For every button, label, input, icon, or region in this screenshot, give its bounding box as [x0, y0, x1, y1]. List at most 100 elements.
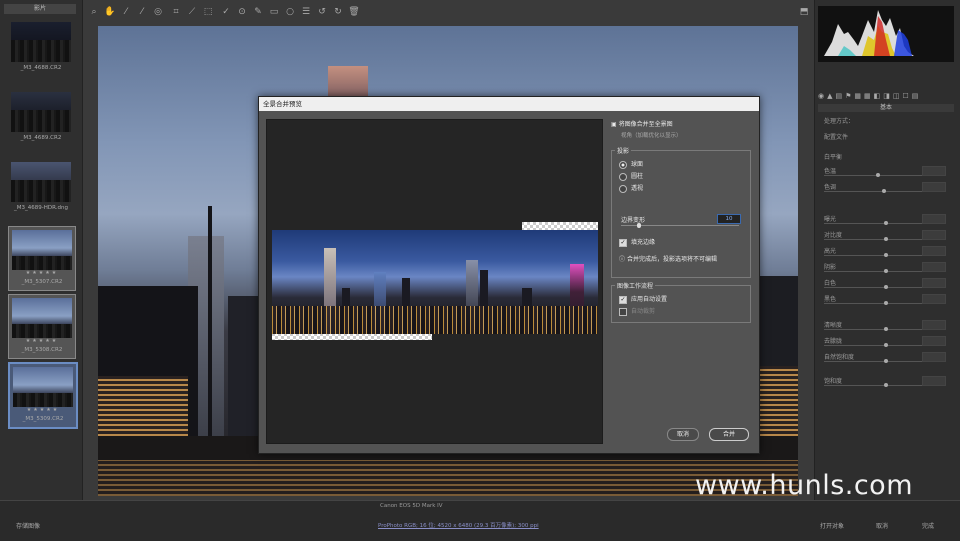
filmstrip-item[interactable]: _M3_4688.CR2: [8, 22, 74, 73]
merge-button[interactable]: 合并: [709, 428, 749, 441]
adjust-label: 色温: [824, 168, 837, 175]
merge-option[interactable]: ▣ 将图像合并至全景图: [611, 119, 673, 128]
toolbar: ⌕ ✋ ⁄ ⁄ ◎ ⌗ ⟋ ⬚ ✓ ⊙ ✎ ▭ ○ ☰ ↺ ↻ 🗑 ⬒: [84, 6, 814, 22]
slider-temp[interactable]: 色温: [824, 166, 946, 178]
thumbnail-caption: _M3_4688.CR2: [20, 65, 62, 71]
rating-stars[interactable]: ★★★★★: [9, 338, 75, 344]
thumbnail-image: [12, 298, 72, 338]
histogram: [818, 6, 954, 62]
adjust-label: 白色: [824, 280, 837, 287]
transform-icon[interactable]: ⬚: [202, 6, 214, 18]
rating-stars[interactable]: ★★★★★: [10, 407, 76, 413]
adjust-label: 去朦胧: [824, 338, 843, 345]
checkbox-icon: ✓: [619, 295, 627, 304]
filmstrip-item[interactable]: ★★★★★ _M3_5307.CR2: [8, 226, 76, 291]
graduated-filter-icon[interactable]: ▭: [268, 6, 280, 18]
adjust-row[interactable]: 白平衡: [824, 152, 946, 164]
slider-exposure[interactable]: 曝光: [824, 214, 946, 226]
fill-edges-checkbox[interactable]: ✓ 填充边缘: [619, 237, 655, 247]
radio-label: 圆柱: [631, 173, 644, 180]
open-object-button[interactable]: 打开对象: [820, 521, 844, 530]
rotate-right-icon[interactable]: ↻: [332, 6, 344, 18]
slider-handle[interactable]: [637, 223, 641, 228]
slider-tint[interactable]: 色调: [824, 182, 946, 194]
filmstrip: 影片 _M3_4688.CR2 _M3_4689.CR2 _M3_4689-HD…: [0, 0, 83, 500]
projection-perspective[interactable]: 透视: [619, 183, 643, 193]
white-balance-icon[interactable]: ⁄: [120, 6, 132, 18]
color-sampler-icon[interactable]: ⁄: [136, 6, 148, 18]
thumbnail-image: [11, 162, 71, 202]
radial-filter-icon[interactable]: ○: [284, 6, 296, 18]
done-button[interactable]: 完成: [922, 521, 934, 530]
thumbnail-caption: _M3_5309.CR2: [22, 416, 64, 422]
trash-icon[interactable]: 🗑: [348, 6, 360, 18]
adjust-label: 处理方式：: [824, 118, 855, 125]
filmstrip-item[interactable]: _M3_4689.CR2: [8, 92, 74, 143]
red-eye-icon[interactable]: ⊙: [236, 6, 248, 18]
filmstrip-item[interactable]: ★★★★★ _M3_5309.CR2: [8, 362, 78, 429]
checkbox-label: 自动裁剪: [631, 308, 656, 315]
rotate-left-icon[interactable]: ↺: [316, 6, 328, 18]
adjust-label: 清晰度: [824, 322, 843, 329]
info-text: 合并完成后，投影选项将不可编辑: [626, 256, 717, 263]
boundary-warp-value[interactable]: 10: [717, 214, 741, 224]
adjust-label: 黑色: [824, 296, 837, 303]
rating-stars[interactable]: ★★★★★: [9, 270, 75, 276]
workflow-options-link[interactable]: ProPhoto RGB; 16 位; 4520 x 6480 (29.3 百万…: [378, 521, 539, 529]
watermark-text: www.hunls.com: [695, 470, 914, 501]
thumbnail-image: [13, 367, 73, 407]
slider-contrast[interactable]: 对比度: [824, 230, 946, 242]
thumbnail-caption: _M3_4689.CR2: [20, 135, 62, 141]
slider-clarity[interactable]: 清晰度: [824, 320, 946, 332]
slider-vibrance[interactable]: 自然饱和度: [824, 352, 946, 364]
auto-settings-checkbox[interactable]: ✓ 应用自动设置: [619, 294, 667, 304]
radio-label: 透视: [631, 185, 644, 192]
slider-highlights[interactable]: 高光: [824, 246, 946, 258]
merge-option-sub: 视角（加载优化以显示）: [621, 133, 682, 139]
thumbnail-caption: _M3_5308.CR2: [21, 347, 63, 353]
target-adjust-icon[interactable]: ◎: [152, 6, 164, 18]
save-image-button[interactable]: 存储图像: [16, 521, 40, 530]
adjust-label: 色调: [824, 184, 837, 191]
projection-spherical[interactable]: 球面: [619, 159, 643, 169]
boundary-warp-label: 边界变形: [621, 217, 646, 224]
adjust-label: 阴影: [824, 264, 837, 271]
filmstrip-item[interactable]: ★★★★★ _M3_5308.CR2: [8, 294, 76, 359]
panel-tabs[interactable]: ◉▲▤⚑▦▦◧◨◫☐▤: [818, 92, 954, 100]
panorama-icon: ▣: [611, 121, 617, 128]
info-icon: ⓘ: [619, 256, 626, 263]
thumbnail-image: [12, 230, 72, 270]
panorama-photo: [272, 230, 598, 334]
filmstrip-header: 影片: [4, 4, 76, 14]
adjust-label: 对比度: [824, 232, 843, 239]
slider-dehaze[interactable]: 去朦胧: [824, 336, 946, 348]
checkbox-icon: ✓: [619, 238, 627, 247]
filmstrip-item[interactable]: _M3_4689-HDR.dng: [8, 162, 74, 213]
adjust-row[interactable]: 处理方式：: [824, 116, 946, 128]
adjust-row[interactable]: 配置文件: [824, 132, 946, 144]
adjust-label: 饱和度: [824, 378, 843, 385]
auto-crop-checkbox[interactable]: 自动裁剪: [619, 306, 655, 316]
slider-shadows[interactable]: 阴影: [824, 262, 946, 274]
workflow-label: 图像工作流程: [615, 281, 656, 290]
straighten-icon[interactable]: ⟋: [186, 6, 198, 18]
merge-option-label: 将图像合并至全景图: [618, 121, 673, 128]
panorama-image: [272, 222, 598, 340]
zoom-icon[interactable]: ⌕: [88, 6, 100, 18]
slider-whites[interactable]: 白色: [824, 278, 946, 290]
slider-saturation[interactable]: 饱和度: [824, 376, 946, 388]
radio-icon: [619, 160, 627, 169]
crop-icon[interactable]: ⌗: [170, 6, 182, 18]
adjustment-brush-icon[interactable]: ✎: [252, 6, 264, 18]
fullscreen-icon[interactable]: ⬒: [798, 6, 810, 18]
preferences-icon[interactable]: ☰: [300, 6, 312, 18]
cancel-button[interactable]: 取消: [876, 521, 888, 530]
adjust-label: 高光: [824, 248, 837, 255]
hand-icon[interactable]: ✋: [104, 6, 116, 18]
radio-icon: [619, 184, 627, 193]
slider-blacks[interactable]: 黑色: [824, 294, 946, 306]
cancel-dialog-button[interactable]: 取消: [667, 428, 699, 441]
spot-removal-icon[interactable]: ✓: [220, 6, 232, 18]
projection-cylindrical[interactable]: 圆柱: [619, 171, 643, 181]
checkbox-icon: [619, 307, 627, 316]
